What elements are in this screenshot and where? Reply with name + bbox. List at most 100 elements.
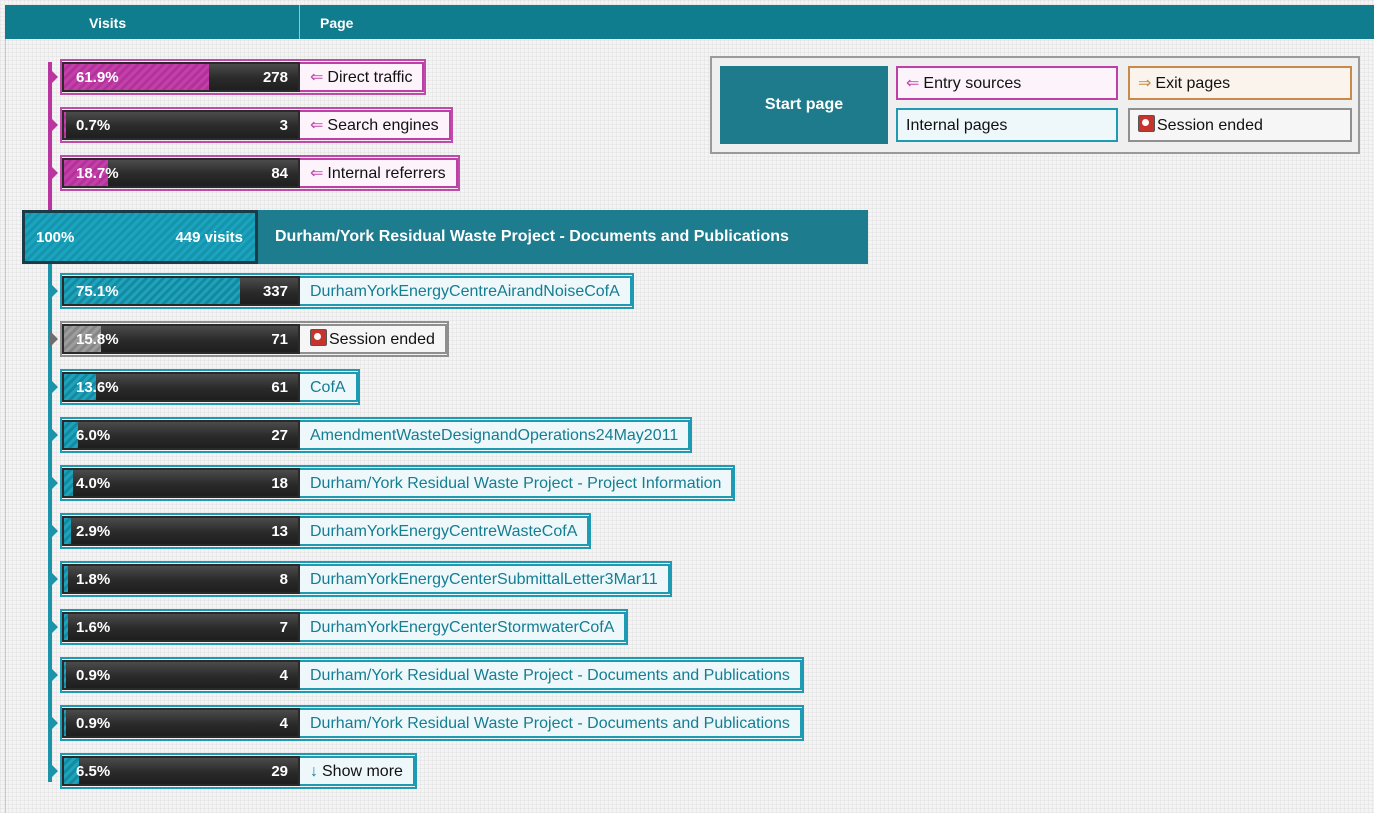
- connector-arrow: [50, 523, 58, 539]
- page-link[interactable]: DurhamYorkEnergyCentreAirandNoiseCofA: [300, 276, 632, 306]
- visit-count: 3: [279, 117, 288, 134]
- page-link[interactable]: DurhamYorkEnergyCenterSubmittalLetter3Ma…: [300, 564, 670, 594]
- visit-percent: 1.6%: [76, 619, 111, 636]
- connector-arrow: [50, 763, 58, 779]
- visit-bar: 75.1% 337: [62, 276, 300, 306]
- visit-bar-fill: [64, 470, 73, 496]
- page-label-text: CofA: [310, 379, 346, 396]
- visit-percent: 6.0%: [76, 427, 111, 444]
- page-link[interactable]: DurhamYorkEnergyCentreWasteCofA: [300, 516, 590, 546]
- visit-count: 29: [271, 763, 288, 780]
- visit-count: 71: [271, 331, 288, 348]
- arrow-right-icon: ⇒: [1138, 75, 1152, 92]
- legend-entry-sources: ⇐ Entry sources: [896, 66, 1118, 100]
- page-label-text: DurhamYorkEnergyCenterStormwaterCofA: [310, 619, 615, 636]
- visit-percent: 75.1%: [76, 283, 119, 300]
- visit-bar: 6.5% 29: [62, 756, 300, 786]
- visit-count: 337: [262, 283, 288, 300]
- visit-percent: 15.8%: [76, 331, 119, 348]
- page-link[interactable]: CofA: [300, 372, 358, 402]
- session-ended-label[interactable]: Session ended: [300, 324, 447, 354]
- visit-count: 4: [279, 715, 288, 732]
- visit-bar: 18.7% 84: [62, 158, 300, 188]
- legend-session-ended: Session ended: [1128, 108, 1352, 142]
- legend-internal-pages: Internal pages: [896, 108, 1118, 142]
- visit-percent: 0.7%: [76, 117, 111, 134]
- connector-arrow: [50, 165, 58, 181]
- visit-bar-fill: [64, 710, 66, 736]
- visit-bar: 0.9% 4: [62, 660, 300, 690]
- legend-exit-text: Exit pages: [1155, 75, 1231, 92]
- visit-bar: 13.6% 61: [62, 372, 300, 402]
- visit-bar: 15.8% 71: [62, 324, 300, 354]
- visit-bar: 61.9% 278: [62, 62, 300, 92]
- page-link[interactable]: AmendmentWasteDesignandOperations24May20…: [300, 420, 691, 450]
- arrow-left-icon: ⇐: [310, 165, 324, 182]
- legend-exit-pages: ⇒ Exit pages: [1128, 66, 1352, 100]
- arrow-left-icon: ⇐: [906, 75, 920, 92]
- connector-arrow: [50, 475, 58, 491]
- connector-arrow: [50, 283, 58, 299]
- page-label-text: AmendmentWasteDesignandOperations24May20…: [310, 427, 679, 444]
- connector-arrow: [50, 619, 58, 635]
- visit-bar: 2.9% 13: [62, 516, 300, 546]
- connector-arrow: [50, 379, 58, 395]
- visit-count: 61: [271, 379, 288, 396]
- visit-percent: 1.8%: [76, 571, 111, 588]
- legend-ended-text: Session ended: [1157, 117, 1263, 134]
- visit-bar-fill: [64, 662, 66, 688]
- entry-source-label[interactable]: ⇐ Direct traffic: [300, 62, 425, 92]
- visit-percent: 18.7%: [76, 165, 119, 182]
- page-label-text: Show more: [322, 763, 403, 780]
- page-link[interactable]: Durham/York Residual Waste Project - Doc…: [300, 708, 802, 738]
- entry-source-label[interactable]: ⇐ Internal referrers: [300, 158, 458, 188]
- page-link[interactable]: Durham/York Residual Waste Project - Pro…: [300, 468, 734, 498]
- page-label-text: Durham/York Residual Waste Project - Doc…: [310, 667, 790, 684]
- visit-bar-fill: [64, 566, 68, 592]
- visit-bar: 4.0% 18: [62, 468, 300, 498]
- visit-count: 27: [271, 427, 288, 444]
- legend: Start page ⇐ Entry sources ⇒ Exit pages In…: [710, 56, 1360, 154]
- visit-bar: 6.0% 27: [62, 420, 300, 450]
- left-divider: [5, 39, 6, 813]
- visit-percent: 0.9%: [76, 715, 111, 732]
- page-label-text: Session ended: [329, 331, 435, 348]
- visit-percent: 0.9%: [76, 667, 111, 684]
- entry-source-text: Search engines: [327, 117, 439, 134]
- legend-start-page: Start page: [720, 66, 888, 144]
- visit-bar-fill: [64, 614, 68, 640]
- visit-bar-fill: [64, 518, 71, 544]
- visit-bar: 1.6% 7: [62, 612, 300, 642]
- arrow-left-icon: ⇐: [310, 69, 324, 86]
- visits-column-header: Visits: [89, 15, 127, 31]
- start-page-title[interactable]: Durham/York Residual Waste Project - Doc…: [258, 210, 868, 264]
- visit-count: 278: [262, 69, 288, 86]
- start-page-percent: 100%: [36, 229, 75, 246]
- connector-arrow: [50, 117, 58, 133]
- page-label-text: Durham/York Residual Waste Project - Doc…: [310, 715, 790, 732]
- page-label-text: DurhamYorkEnergyCentreAirandNoiseCofA: [310, 283, 620, 300]
- page-column-header: Page: [299, 5, 1374, 39]
- visit-percent: 6.5%: [76, 763, 111, 780]
- visit-bar: 1.8% 8: [62, 564, 300, 594]
- arrow-down-icon: ↓: [310, 763, 318, 780]
- visit-count: 18: [271, 475, 288, 492]
- connector-arrow: [50, 667, 58, 683]
- visit-bar: 0.7% 3: [62, 110, 300, 140]
- page-label-text: DurhamYorkEnergyCentreWasteCofA: [310, 523, 578, 540]
- page-link[interactable]: DurhamYorkEnergyCenterStormwaterCofA: [300, 612, 627, 642]
- entry-source-text: Internal referrers: [327, 165, 446, 182]
- visit-percent: 2.9%: [76, 523, 111, 540]
- entry-source-label[interactable]: ⇐ Search engines: [300, 110, 451, 140]
- visit-count: 4: [279, 667, 288, 684]
- visit-percent: 61.9%: [76, 69, 119, 86]
- start-page-row[interactable]: 100% 449 visits Durham/York Residual Was…: [22, 210, 868, 264]
- legend-entry-text: Entry sources: [923, 75, 1022, 92]
- start-page-visits: 449 visits: [175, 229, 243, 246]
- column-header: Visits Page: [5, 5, 1374, 39]
- connector-arrow: [50, 427, 58, 443]
- connector-arrow: [50, 69, 58, 85]
- show-more-link[interactable]: ↓ Show more: [300, 756, 415, 786]
- start-page-bar: 100% 449 visits: [22, 210, 258, 264]
- page-link[interactable]: Durham/York Residual Waste Project - Doc…: [300, 660, 802, 690]
